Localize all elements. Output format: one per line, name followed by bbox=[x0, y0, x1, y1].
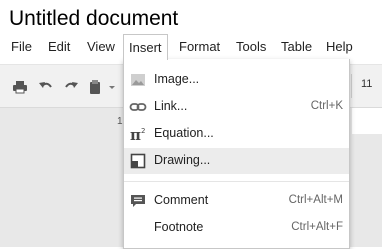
menu-file[interactable]: File bbox=[11, 34, 32, 60]
insert-equation-label: Equation... bbox=[154, 126, 214, 140]
document-title[interactable]: Untitled document bbox=[9, 7, 178, 31]
image-icon bbox=[129, 71, 147, 89]
link-icon bbox=[129, 98, 147, 116]
insert-link-label: Link... bbox=[154, 99, 188, 113]
menu-table[interactable]: Table bbox=[281, 34, 312, 60]
menu-divider bbox=[124, 181, 349, 182]
insert-link-shortcut: Ctrl+K bbox=[310, 100, 343, 112]
redo-icon[interactable] bbox=[62, 78, 80, 96]
toolbar-divider bbox=[351, 74, 352, 98]
comment-icon bbox=[129, 192, 147, 210]
insert-footnote-shortcut: Ctrl+Alt+F bbox=[291, 221, 343, 233]
equation-icon: π 2 bbox=[129, 125, 147, 144]
menu-view[interactable]: View bbox=[87, 34, 115, 60]
svg-text:2: 2 bbox=[141, 127, 145, 135]
chevron-down-icon[interactable] bbox=[107, 78, 117, 96]
menu-tools[interactable]: Tools bbox=[236, 34, 266, 60]
insert-comment-item[interactable]: Comment Ctrl+Alt+M bbox=[124, 188, 349, 214]
insert-footnote-item[interactable]: Footnote Ctrl+Alt+F bbox=[124, 215, 349, 241]
insert-image-label: Image... bbox=[154, 72, 200, 86]
insert-link-item[interactable]: Link... Ctrl+K bbox=[124, 94, 349, 120]
insert-drawing-item[interactable]: Drawing... bbox=[124, 148, 349, 174]
insert-equation-item[interactable]: π 2 Equation... bbox=[124, 121, 349, 147]
insert-comment-label: Comment bbox=[154, 193, 209, 207]
insert-comment-shortcut: Ctrl+Alt+M bbox=[288, 194, 343, 206]
insert-menu-dropdown: Image... Link... Ctrl+K π 2 Equation... bbox=[123, 59, 350, 249]
ruler-marker: 1 bbox=[117, 116, 123, 127]
insert-drawing-label: Drawing... bbox=[154, 153, 211, 167]
menu-edit[interactable]: Edit bbox=[48, 34, 70, 60]
drawing-icon bbox=[129, 152, 147, 170]
menu-bar: File Edit View Insert Format Tools Table… bbox=[0, 34, 382, 60]
paint-format-icon[interactable] bbox=[87, 78, 105, 96]
print-icon[interactable] bbox=[11, 78, 29, 96]
insert-image-item[interactable]: Image... bbox=[124, 67, 349, 93]
ruler bbox=[352, 108, 382, 134]
undo-icon[interactable] bbox=[37, 78, 55, 96]
svg-text:π: π bbox=[130, 126, 141, 143]
menu-insert[interactable]: Insert bbox=[123, 34, 168, 60]
insert-footnote-label: Footnote bbox=[154, 220, 204, 234]
menu-format[interactable]: Format bbox=[179, 34, 220, 60]
font-size-value[interactable]: 11 bbox=[361, 78, 372, 90]
menu-help[interactable]: Help bbox=[326, 34, 353, 60]
